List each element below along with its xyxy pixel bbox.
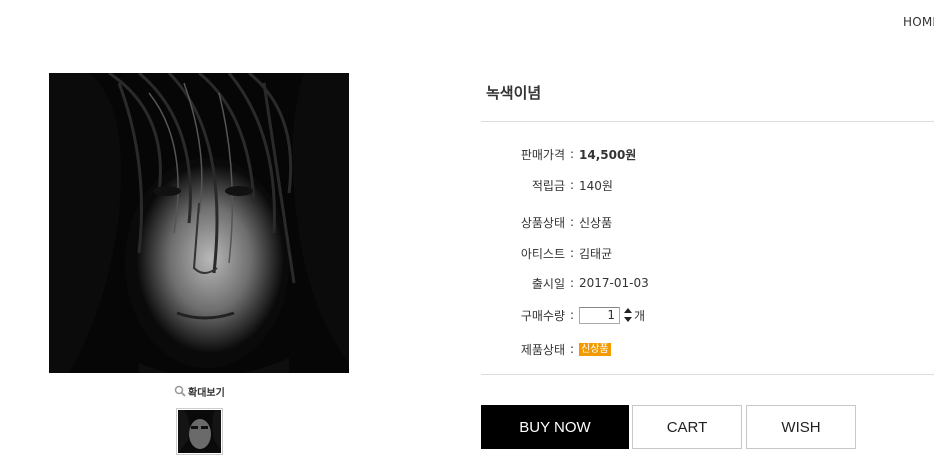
price-row: 판매가격 : 14,500원 bbox=[481, 145, 934, 163]
zoom-button[interactable]: 확대보기 bbox=[174, 384, 225, 399]
price-value: 14,500원 bbox=[579, 147, 637, 162]
divider bbox=[481, 374, 934, 375]
points-row: 적립금 : 140원 bbox=[481, 176, 934, 194]
thumbnail-image[interactable] bbox=[176, 408, 223, 455]
artist-row: 아티스트 : 김태균 bbox=[481, 244, 934, 262]
arrow-up-icon[interactable] bbox=[624, 308, 632, 313]
quantity-row: 구매수량 : 1 개 bbox=[481, 305, 934, 325]
quantity-label: 구매수량 bbox=[520, 308, 565, 323]
price-label: 판매가격 bbox=[520, 147, 565, 162]
status-value: 신상품 bbox=[579, 215, 613, 230]
wish-button[interactable]: WISH bbox=[746, 405, 856, 449]
condition-row: 제품상태 : 신상품 bbox=[481, 340, 934, 358]
album-cover-image bbox=[49, 73, 349, 373]
artist-value: 김태균 bbox=[579, 246, 613, 261]
release-date-value: 2017-01-03 bbox=[579, 276, 649, 290]
condition-label: 제품상태 bbox=[520, 342, 565, 357]
quantity-stepper bbox=[623, 306, 633, 324]
artist-label: 아티스트 bbox=[520, 246, 565, 261]
new-product-badge: 신상품 bbox=[579, 342, 611, 356]
quantity-input[interactable]: 1 bbox=[579, 306, 620, 324]
points-label: 적립금 bbox=[531, 178, 565, 193]
home-link[interactable]: HOME bbox=[903, 15, 934, 29]
quantity-unit: 개 bbox=[634, 308, 646, 323]
status-label: 상품상태 bbox=[520, 215, 565, 230]
product-title: 녹색이념 bbox=[486, 84, 542, 102]
points-value: 140원 bbox=[579, 178, 613, 193]
release-date-label: 출시일 bbox=[531, 276, 565, 291]
arrow-down-icon[interactable] bbox=[624, 317, 632, 322]
zoom-label: 확대보기 bbox=[188, 387, 225, 399]
status-row: 상품상태 : 신상품 bbox=[481, 213, 934, 231]
buy-now-button[interactable]: BUY NOW bbox=[481, 405, 629, 449]
release-date-row: 출시일 : 2017-01-03 bbox=[481, 274, 934, 292]
magnifier-icon bbox=[174, 385, 186, 397]
cart-button[interactable]: CART bbox=[632, 405, 742, 449]
divider bbox=[481, 121, 934, 122]
